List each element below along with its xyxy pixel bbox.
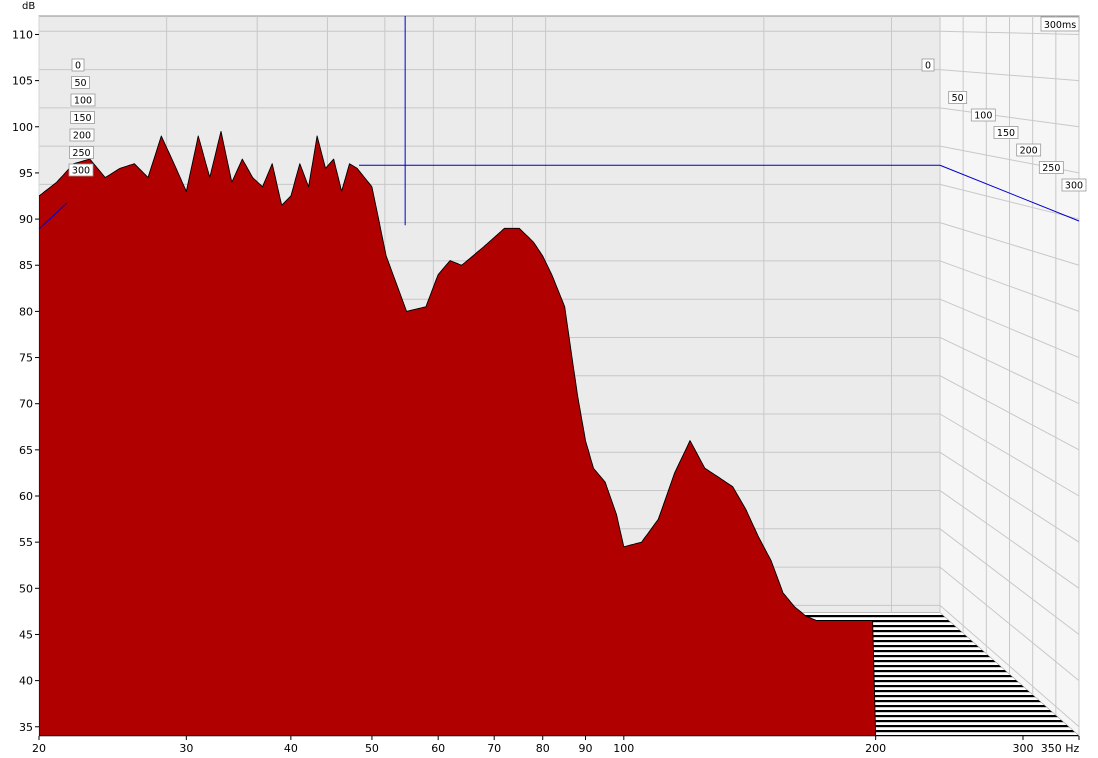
- y-axis: 35 40 45 50 55 60 65 70 75 80 85 90 95 100 105 110: [12, 28, 39, 734]
- x-tick-label: 30: [179, 742, 193, 755]
- y-tick-label: 90: [19, 213, 33, 226]
- svg-text:50: 50: [74, 78, 86, 89]
- time-label-right: 200: [1016, 143, 1042, 157]
- y-tick-label: 105: [12, 75, 33, 88]
- svg-text:300: 300: [72, 166, 90, 177]
- waterfall-chart: 35 40 45 50 55 60 65 70 75 80 85 90 95 100 105 110 20 30…: [12, 1, 1087, 755]
- time-label-left: 200: [69, 128, 95, 142]
- y-tick-label: 55: [19, 536, 33, 549]
- y-tick-label: 35: [19, 721, 33, 734]
- y-tick-label: 75: [19, 352, 33, 365]
- y-tick-label: 60: [19, 490, 33, 503]
- time-label-left: 50: [71, 76, 90, 89]
- time-label-left: 300: [68, 163, 94, 177]
- y-tick-label: 95: [19, 167, 33, 180]
- x-tick-label: 80: [536, 742, 550, 755]
- y-tick-label: 100: [12, 121, 33, 134]
- svg-text:100: 100: [74, 96, 92, 107]
- svg-text:300ms: 300ms: [1044, 20, 1076, 31]
- y-tick-label: 85: [19, 259, 33, 272]
- time-label-left: 100: [70, 93, 96, 107]
- svg-text:0: 0: [75, 61, 81, 72]
- x-tick-label: 100: [613, 742, 634, 755]
- y-tick-label: 110: [12, 28, 33, 41]
- svg-text:300: 300: [1065, 181, 1083, 192]
- x-tick-label: 40: [284, 742, 298, 755]
- y-tick-label: 45: [19, 628, 33, 641]
- svg-text:150: 150: [73, 113, 91, 124]
- x-axis: 20 30 40 50 60 70 80 90 100 200 300 350 Hz: [32, 736, 1080, 755]
- x-tick-label: 350 Hz: [1041, 742, 1080, 755]
- svg-text:250: 250: [72, 148, 90, 159]
- svg-text:50: 50: [952, 93, 964, 104]
- x-tick-label: 50: [365, 742, 379, 755]
- time-label-right: 150: [993, 126, 1019, 139]
- svg-text:200: 200: [1020, 146, 1038, 157]
- time-range-badge: 300ms: [1040, 16, 1080, 32]
- time-label-left: 250: [69, 146, 94, 159]
- time-label-right: 250: [1038, 161, 1064, 174]
- x-tick-label: 20: [32, 742, 46, 755]
- y-tick-label: 70: [19, 398, 33, 411]
- time-label-left: 150: [70, 111, 95, 124]
- svg-text:150: 150: [997, 128, 1015, 139]
- time-label-right: 0: [921, 58, 935, 72]
- side-panel: [939, 15, 1080, 738]
- svg-text:200: 200: [73, 131, 91, 142]
- svg-text:100: 100: [974, 111, 992, 122]
- x-tick-label: 300: [1012, 742, 1033, 755]
- time-label-right: 50: [948, 91, 968, 104]
- x-tick-label: 90: [579, 742, 593, 755]
- y-tick-label: 65: [19, 444, 33, 457]
- svg-text:0: 0: [925, 61, 931, 72]
- time-label-right: 100: [970, 108, 996, 122]
- svg-text:250: 250: [1042, 163, 1060, 174]
- time-label-left: 0: [71, 58, 85, 72]
- y-axis-unit: dB: [22, 1, 35, 12]
- y-tick-label: 40: [19, 675, 33, 688]
- y-tick-label: 80: [19, 305, 33, 318]
- x-tick-label: 70: [487, 742, 501, 755]
- x-tick-label: 200: [865, 742, 886, 755]
- y-tick-label: 50: [19, 582, 33, 595]
- time-label-right: 300: [1061, 178, 1087, 192]
- x-tick-label: 60: [431, 742, 445, 755]
